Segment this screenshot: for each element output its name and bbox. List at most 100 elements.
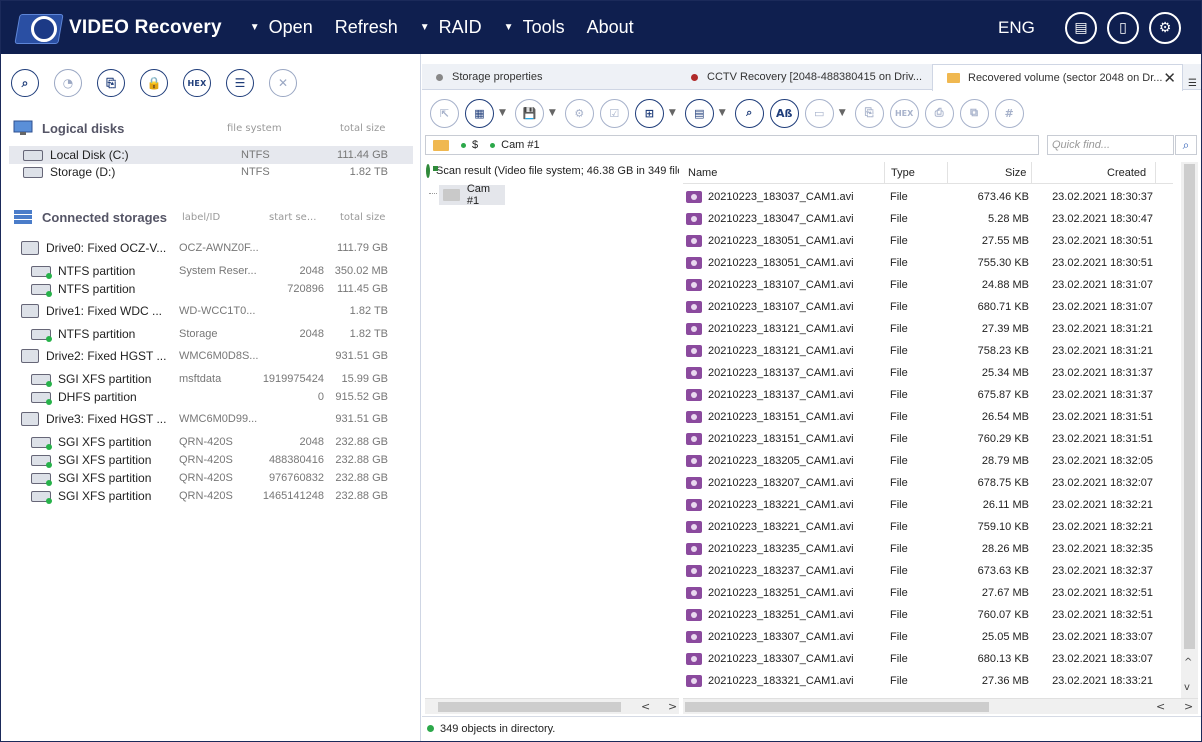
list-button[interactable]: ☰ [226, 69, 254, 97]
table-row[interactable]: 20210223_183037_CAM1.avi File 673.46 KB 23.… [683, 186, 1173, 208]
table-row[interactable]: 20210223_183321_CAM1.avi File 27.36 MB 23.0… [683, 670, 1173, 692]
partition-row[interactable]: SGI XFS partition QRN-420S 1465141248 232.8… [9, 487, 413, 505]
partition-row[interactable]: SGI XFS partition QRN-420S 2048 232.88 GB [9, 433, 413, 451]
partition-row[interactable]: NTFS partition System Reser... 2048 350.02 … [9, 262, 413, 280]
partition-row[interactable]: DHFS partition 0 915.52 GB [9, 388, 413, 406]
save-button[interactable]: 💾 [514, 98, 544, 128]
table-row[interactable]: 20210223_183307_CAM1.avi File 25.05 MB 23.0… [683, 626, 1173, 648]
checklist-button[interactable]: ☑ [599, 98, 629, 128]
menu-about[interactable]: About [587, 17, 634, 38]
quick-find-input[interactable]: Quick find... [1047, 135, 1174, 155]
partition-row[interactable]: SGI XFS partition QRN-420S 488380416 232.88… [9, 451, 413, 469]
table-row[interactable]: 20210223_183051_CAM1.avi File 27.55 MB 23.0… [683, 230, 1173, 252]
scroll-left-icon[interactable]: < [1156, 700, 1165, 713]
partition-row[interactable]: NTFS partition 720896 111.45 GB [9, 280, 413, 298]
scrollbar-thumb[interactable] [1184, 164, 1195, 649]
image-button[interactable]: ⎘ [97, 69, 125, 97]
scroll-down-icon[interactable]: v [1184, 682, 1190, 693]
table-row[interactable]: 20210223_183121_CAM1.avi File 27.39 MB 23.0… [683, 318, 1173, 340]
drive-row[interactable]: Drive0: Fixed OCZ-V... OCZ-AWNZ0F... 111.7… [9, 239, 413, 257]
logical-disk-row[interactable]: Storage (D:) NTFS 1.82 TB [9, 163, 413, 181]
image-preview-button[interactable]: ▭ [804, 98, 834, 128]
tab-recovered-volume[interactable]: Recovered volume (sector 2048 on Dr... ✕ [932, 64, 1183, 91]
table-row[interactable]: 20210223_183221_CAM1.avi File 26.11 MB 23.0… [683, 494, 1173, 516]
table-row[interactable]: 20210223_183047_CAM1.avi File 5.28 MB 23.02… [683, 208, 1173, 230]
partition-row[interactable]: SGI XFS partition QRN-420S 976760832 232.88… [9, 469, 413, 487]
menu-refresh[interactable]: Refresh [335, 17, 398, 38]
table-row[interactable]: 20210223_183051_CAM1.avi File 755.30 KB 23.… [683, 252, 1173, 274]
folder-node-cam[interactable]: Cam #1 [439, 183, 505, 207]
text-find-button[interactable]: Aß [769, 98, 799, 128]
menu-open[interactable]: ▼ Open [250, 17, 313, 38]
table-row[interactable]: 20210223_183137_CAM1.avi File 675.87 KB 23.… [683, 384, 1173, 406]
table-row[interactable]: 20210223_183221_CAM1.avi File 759.10 KB 23.… [683, 516, 1173, 538]
search-button[interactable]: ⌕ [1175, 135, 1197, 155]
table-row[interactable]: 20210223_183205_CAM1.avi File 28.79 MB 23.0… [683, 450, 1173, 472]
table-row[interactable]: 20210223_183107_CAM1.avi File 24.88 MB 23.0… [683, 274, 1173, 296]
dropdown-arrow-icon[interactable]: ▼ [549, 108, 556, 118]
file-list-vertical-scrollbar[interactable]: ^ v [1181, 162, 1198, 698]
dropdown-arrow-icon[interactable]: ▼ [669, 108, 676, 118]
menu-raid[interactable]: ▼ RAID [420, 17, 482, 38]
table-row[interactable]: 20210223_183107_CAM1.avi File 680.71 KB 23.… [683, 296, 1173, 318]
col-created[interactable]: Created [1107, 167, 1146, 179]
drive-row[interactable]: Drive3: Fixed HGST ... WMC6M0D99... 931.51… [9, 410, 413, 428]
table-row[interactable]: 20210223_183251_CAM1.avi File 760.07 KB 23.… [683, 604, 1173, 626]
menu-tools[interactable]: ▼ Tools [504, 17, 565, 38]
panel-toggle-button[interactable]: ▯ [1107, 12, 1139, 44]
language-selector[interactable]: ENG [998, 18, 1035, 38]
view-mode-button[interactable]: ▦ [465, 98, 494, 128]
find-button[interactable]: ⌕ [734, 98, 764, 128]
close-storage-button[interactable]: ✕ [269, 69, 297, 97]
col-type[interactable]: Type [891, 167, 915, 179]
table-row[interactable]: 20210223_183307_CAM1.avi File 680.13 KB 23.… [683, 648, 1173, 670]
dropdown-arrow-icon[interactable]: ▼ [499, 108, 506, 118]
breadcrumb-root[interactable]: $ [472, 139, 478, 151]
tab-storage-properties[interactable]: Storage properties [422, 64, 677, 90]
table-row[interactable]: 20210223_183137_CAM1.avi File 25.34 MB 23.0… [683, 362, 1173, 384]
scroll-right-icon[interactable]: > [1184, 700, 1193, 713]
hex-view-button[interactable]: HEX [889, 98, 919, 128]
scroll-up-icon[interactable]: ^ [1184, 657, 1192, 668]
breadcrumb-cam[interactable]: Cam #1 [501, 139, 540, 151]
dropdown-arrow-icon[interactable]: ▼ [839, 108, 846, 118]
partition-row[interactable]: NTFS partition Storage 2048 1.82 TB [9, 325, 413, 343]
table-row[interactable]: 20210223_183151_CAM1.avi File 26.54 MB 23.0… [683, 406, 1173, 428]
table-row[interactable]: 20210223_183237_CAM1.avi File 673.63 KB 23.… [683, 560, 1173, 582]
preview-button[interactable]: ▤ [684, 98, 714, 128]
scroll-left-icon[interactable]: < [641, 700, 650, 713]
tabs-menu-icon[interactable]: ☰ [1188, 78, 1197, 89]
settings-file-button[interactable]: ⚙ [564, 98, 594, 128]
tab-cctv-recovery[interactable]: CCTV Recovery [2048-488380415 on Driv... [677, 64, 932, 90]
properties-button[interactable]: ⎘ [854, 98, 884, 128]
drive-row[interactable]: Drive1: Fixed WDC ... WD-WCC1T0... 1.82 TB [9, 302, 413, 320]
hash-button[interactable]: # [994, 98, 1024, 128]
scan-result-node[interactable]: Scan result (Video file system; 46.38 GB… [425, 162, 679, 180]
settings-button[interactable]: ⚙ [1149, 12, 1181, 44]
breadcrumb[interactable]: $ Cam #1 [425, 135, 1039, 155]
file-list-horizontal-scrollbar[interactable]: < > [683, 698, 1198, 714]
log-button[interactable]: ▤ [1065, 12, 1097, 44]
back-button[interactable]: ⇱ [430, 98, 459, 128]
scrollbar-thumb[interactable] [438, 702, 621, 712]
col-name[interactable]: Name [688, 167, 717, 179]
scan-button[interactable]: ⌕ [11, 69, 39, 97]
lock-button[interactable]: 🔒 [140, 69, 168, 97]
drive-row[interactable]: Drive2: Fixed HGST ... WMC6M0D8S... 931.51… [9, 347, 413, 365]
table-row[interactable]: 20210223_183121_CAM1.avi File 758.23 KB 23.… [683, 340, 1173, 362]
print-button[interactable]: ⎙ [924, 98, 954, 128]
scroll-right-icon[interactable]: > [668, 700, 677, 713]
table-row[interactable]: 20210223_183151_CAM1.avi File 760.29 KB 23.… [683, 428, 1173, 450]
partition-button[interactable]: ◔ [54, 69, 82, 97]
panels-button[interactable]: ⊞ [634, 98, 664, 128]
col-size[interactable]: Size [1005, 167, 1026, 179]
table-row[interactable]: 20210223_183207_CAM1.avi File 678.75 KB 23.… [683, 472, 1173, 494]
hex-button[interactable]: HEX [183, 69, 211, 97]
copy-button[interactable]: ⧉ [959, 98, 989, 128]
logical-disk-row[interactable]: Local Disk (C:) NTFS 111.44 GB [9, 146, 413, 164]
tree-horizontal-scrollbar[interactable]: < > [425, 698, 679, 714]
table-row[interactable]: 20210223_183251_CAM1.avi File 27.67 MB 23.0… [683, 582, 1173, 604]
scrollbar-thumb[interactable] [685, 702, 989, 712]
dropdown-arrow-icon[interactable]: ▼ [719, 108, 726, 118]
table-row[interactable]: 20210223_183235_CAM1.avi File 28.26 MB 23.0… [683, 538, 1173, 560]
